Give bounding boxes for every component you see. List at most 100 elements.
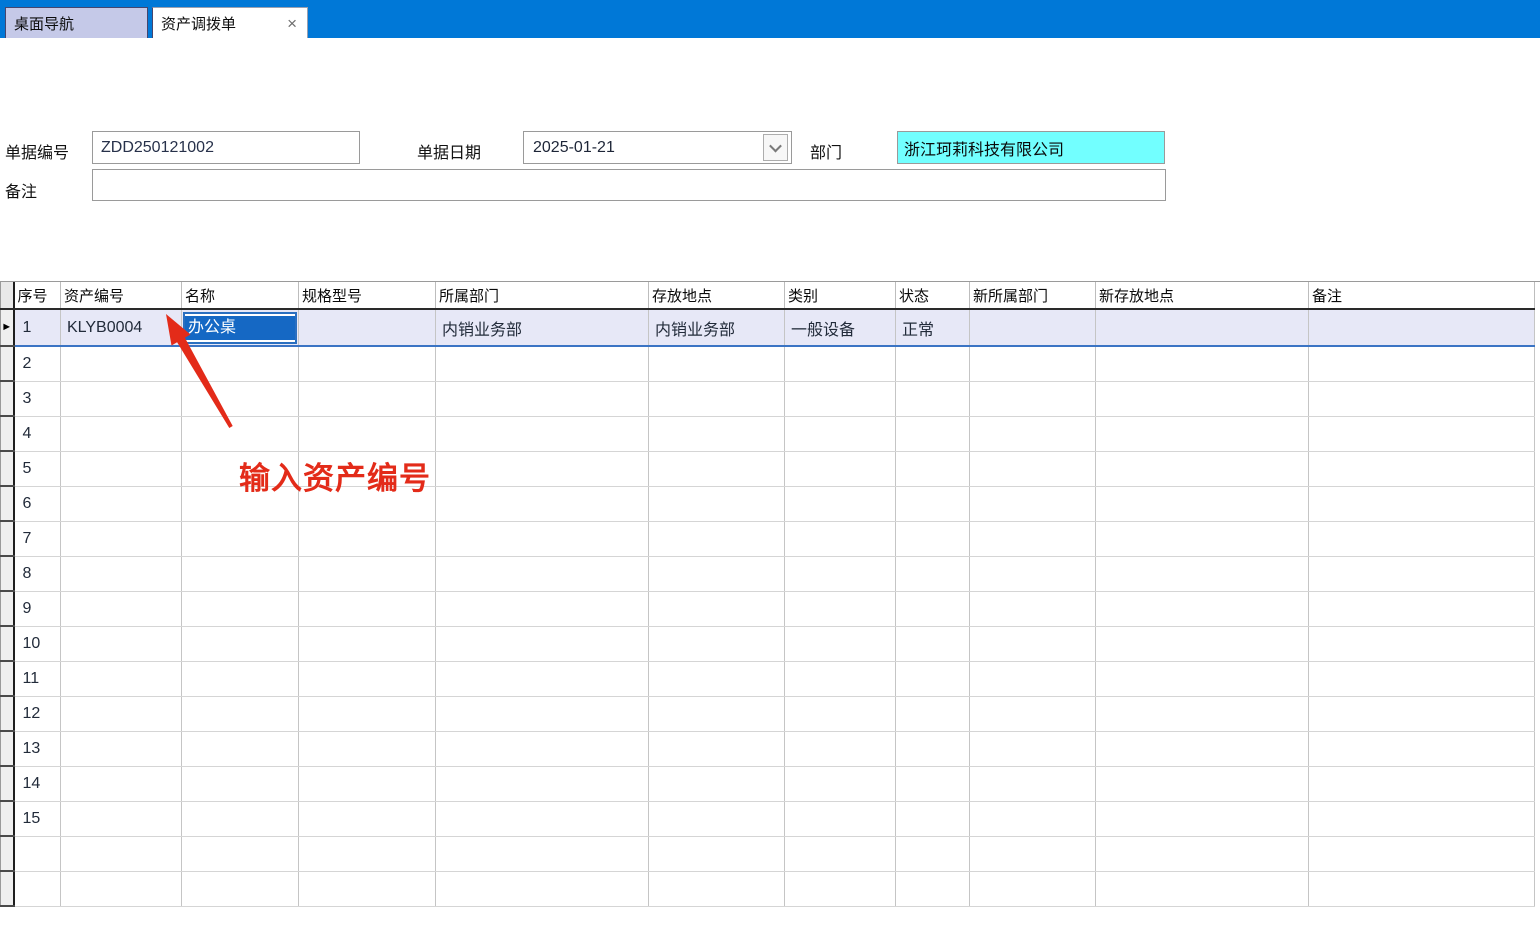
grid-cell[interactable] (299, 346, 436, 381)
grid-cell[interactable] (61, 626, 182, 661)
grid-cell[interactable] (1096, 626, 1309, 661)
grid-cell[interactable] (896, 696, 970, 731)
column-header[interactable]: 存放地点 (649, 282, 785, 309)
grid-cell[interactable] (182, 556, 299, 591)
grid-cell[interactable] (436, 556, 649, 591)
grid-cell[interactable] (896, 486, 970, 521)
grid-cell[interactable]: KLYB0004 (61, 309, 182, 346)
grid-cell[interactable] (1309, 801, 1535, 836)
grid-cell[interactable] (1096, 416, 1309, 451)
grid-cell[interactable] (436, 871, 649, 906)
grid-cell[interactable] (896, 731, 970, 766)
grid-cell[interactable] (1096, 309, 1309, 346)
grid-cell[interactable] (1096, 381, 1309, 416)
grid-cell[interactable] (970, 556, 1096, 591)
column-header[interactable]: 状态 (896, 282, 970, 309)
grid-cell[interactable] (1096, 731, 1309, 766)
grid-cell[interactable] (970, 696, 1096, 731)
grid-cell[interactable] (61, 556, 182, 591)
grid-cell[interactable] (649, 521, 785, 556)
grid-cell[interactable] (61, 451, 182, 486)
grid-cell[interactable] (970, 626, 1096, 661)
grid-cell[interactable] (182, 801, 299, 836)
grid-cell[interactable] (896, 836, 970, 871)
grid-cell[interactable] (436, 486, 649, 521)
grid-cell[interactable] (299, 416, 436, 451)
grid-cell[interactable] (436, 766, 649, 801)
grid-cell[interactable] (61, 871, 182, 906)
grid-cell[interactable] (436, 661, 649, 696)
grid-cell[interactable] (785, 661, 896, 696)
grid-cell[interactable] (1309, 346, 1535, 381)
column-header[interactable]: 规格型号 (299, 282, 436, 309)
grid-cell[interactable] (649, 871, 785, 906)
grid-cell[interactable] (61, 836, 182, 871)
grid-cell[interactable] (1309, 556, 1535, 591)
close-tab-icon[interactable]: × (285, 15, 299, 32)
grid-cell[interactable] (785, 871, 896, 906)
grid-cell[interactable] (182, 451, 299, 486)
grid-cell[interactable] (1096, 696, 1309, 731)
grid-cell[interactable] (299, 871, 436, 906)
grid-cell[interactable] (896, 801, 970, 836)
grid-cell[interactable] (299, 626, 436, 661)
grid-cell[interactable] (182, 766, 299, 801)
grid-cell[interactable] (1096, 871, 1309, 906)
grid-cell[interactable] (785, 836, 896, 871)
grid-cell[interactable] (61, 346, 182, 381)
grid-cell[interactable] (896, 556, 970, 591)
grid-cell[interactable] (299, 591, 436, 626)
grid-cell[interactable] (182, 346, 299, 381)
grid-cell[interactable] (61, 521, 182, 556)
grid-cell[interactable] (785, 591, 896, 626)
grid-cell[interactable] (1309, 731, 1535, 766)
grid-cell[interactable] (970, 381, 1096, 416)
grid-cell[interactable] (299, 486, 436, 521)
grid-cell[interactable] (649, 486, 785, 521)
grid-cell[interactable] (896, 766, 970, 801)
cell-editor[interactable]: 办公桌 (183, 312, 297, 344)
grid-cell[interactable] (785, 556, 896, 591)
grid-cell[interactable] (436, 731, 649, 766)
grid-cell[interactable] (970, 801, 1096, 836)
grid-cell[interactable] (436, 416, 649, 451)
grid-cell[interactable] (970, 416, 1096, 451)
grid-cell[interactable] (1309, 766, 1535, 801)
grid-cell[interactable] (649, 696, 785, 731)
column-header[interactable]: 序号 (14, 282, 61, 309)
grid-cell[interactable] (299, 381, 436, 416)
grid-cell[interactable] (436, 346, 649, 381)
grid-cell[interactable] (1309, 871, 1535, 906)
grid-cell[interactable] (649, 381, 785, 416)
tab-desktop-navigation[interactable]: 桌面导航 (5, 7, 148, 38)
grid-cell[interactable] (970, 521, 1096, 556)
grid-cell[interactable] (436, 801, 649, 836)
grid-cell[interactable] (436, 591, 649, 626)
grid-cell[interactable] (61, 696, 182, 731)
grid-cell[interactable] (785, 766, 896, 801)
grid-cell[interactable] (1096, 661, 1309, 696)
grid-cell[interactable]: 内销业务部 (436, 309, 649, 346)
grid-cell[interactable] (182, 836, 299, 871)
grid-cell[interactable]: 正常 (896, 309, 970, 346)
grid-cell[interactable] (896, 416, 970, 451)
grid-cell[interactable] (649, 801, 785, 836)
grid-cell[interactable] (182, 416, 299, 451)
grid-cell[interactable] (182, 661, 299, 696)
grid-cell[interactable] (436, 626, 649, 661)
grid-cell[interactable] (436, 451, 649, 486)
grid-cell[interactable] (1309, 451, 1535, 486)
grid-cell[interactable] (182, 591, 299, 626)
grid-cell[interactable] (299, 661, 436, 696)
grid-cell[interactable] (61, 801, 182, 836)
grid-cell[interactable] (1309, 486, 1535, 521)
column-header[interactable]: 新所属部门 (970, 282, 1096, 309)
column-header[interactable]: 备注 (1309, 282, 1535, 309)
grid-cell[interactable] (896, 521, 970, 556)
grid-cell[interactable] (896, 626, 970, 661)
grid-cell[interactable] (785, 801, 896, 836)
grid-cell[interactable] (1096, 451, 1309, 486)
column-header[interactable]: 类别 (785, 282, 896, 309)
grid-cell[interactable]: 内销业务部 (649, 309, 785, 346)
grid-cell[interactable] (970, 486, 1096, 521)
